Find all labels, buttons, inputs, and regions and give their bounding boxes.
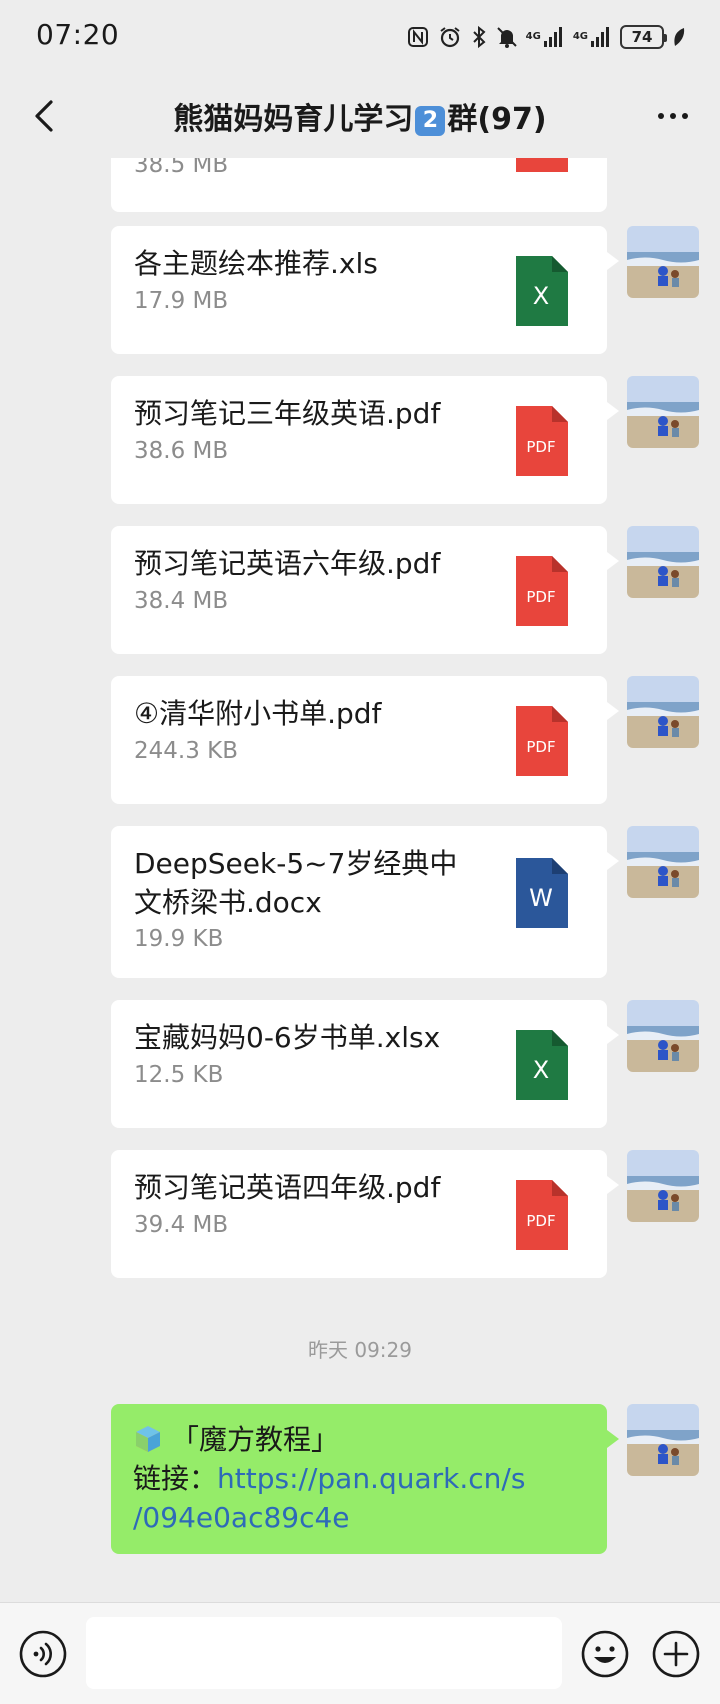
message-list[interactable]: 38.5 MB 各主题绘本推荐.xls 17.9 MB X 预习笔记三年级英语.… (0, 158, 720, 1602)
status-bar: 07:20 4G 4G 74 (0, 0, 720, 74)
signal-icon-1: 4G (526, 26, 565, 48)
file-size: 38.6 MB (134, 438, 229, 464)
voice-button[interactable] (18, 1629, 68, 1679)
file-icon-label: W (529, 884, 553, 912)
pdf-file-icon: PDF (516, 556, 568, 626)
avatar[interactable] (627, 526, 699, 598)
link-part-2[interactable]: /094e0ac89c4e (133, 1501, 350, 1534)
file-icon-label: PDF (526, 738, 555, 756)
file-message[interactable]: ④清华附小书单.pdf 244.3 KB PDF (111, 676, 619, 804)
more-dot (682, 113, 688, 119)
avatar[interactable] (627, 1150, 699, 1222)
file-message[interactable]: 预习笔记三年级英语.pdf 38.6 MB PDF (111, 376, 619, 504)
chat-header: 熊猫妈妈育儿学习 2 群(97) (0, 74, 720, 158)
file-size: 38.5 MB (134, 158, 229, 178)
word-file-icon: W (516, 858, 568, 928)
leaf-icon (672, 26, 686, 48)
more-dots-icon (658, 113, 664, 119)
excel-file-icon: X (516, 1030, 568, 1100)
file-message[interactable]: 各主题绘本推荐.xls 17.9 MB X (111, 226, 619, 354)
plus-icon (652, 1630, 700, 1678)
avatar[interactable] (627, 676, 699, 748)
file-size: 17.9 MB (134, 288, 229, 314)
avatar[interactable] (627, 1000, 699, 1072)
chat-title: 熊猫妈妈育儿学习 2 群(97) (110, 94, 610, 138)
text-message[interactable]: 「魔方教程」 链接：https://pan.quark.cn/s /094e0a… (111, 1404, 619, 1554)
pdf-file-icon (516, 158, 568, 172)
alarm-icon (438, 25, 462, 49)
chevron-left-icon (35, 100, 53, 132)
battery-indicator: 74 (620, 25, 667, 49)
more-button[interactable] (648, 94, 698, 138)
file-name: 预习笔记英语四年级.pdf (134, 1171, 441, 1204)
file-message[interactable]: 预习笔记英语四年级.pdf 39.4 MB PDF (111, 1150, 619, 1278)
file-name: 各主题绘本推荐.xls (134, 247, 378, 280)
file-size: 244.3 KB (134, 738, 239, 764)
file-icon-label: PDF (526, 588, 555, 606)
file-size: 19.9 KB (134, 926, 224, 952)
network-label-2: 4G (572, 31, 588, 42)
bubble-line-1: 「魔方教程」 (133, 1420, 339, 1459)
file-message[interactable]: 宝藏妈妈0-6岁书单.xlsx 12.5 KB X (111, 1000, 619, 1128)
chat-title-suffix: 群(97) (447, 102, 547, 137)
file-size: 39.4 MB (134, 1212, 229, 1238)
message-input[interactable] (86, 1617, 562, 1689)
signal-icon-2: 4G (573, 26, 612, 48)
emoji-button[interactable] (580, 1629, 630, 1679)
pdf-file-icon: PDF (516, 706, 568, 776)
excel-file-icon: X (516, 256, 568, 326)
chat-title-prefix: 熊猫妈妈育儿学习 (173, 102, 414, 137)
file-name: 预习笔记三年级英语.pdf (134, 397, 441, 430)
file-name: 预习笔记英语六年级.pdf (134, 547, 441, 580)
keycap-badge: 2 (415, 106, 446, 136)
cube-icon (136, 1426, 160, 1452)
file-message[interactable]: 预习笔记英语六年级.pdf 38.4 MB PDF (111, 526, 619, 654)
file-icon-label: PDF (526, 1212, 555, 1230)
more-dot (670, 113, 676, 119)
bluetooth-icon (470, 25, 488, 49)
link-part-1[interactable]: https://pan.quark.cn/s (217, 1462, 525, 1495)
voice-icon (19, 1630, 67, 1678)
emoji-icon (581, 1630, 629, 1678)
avatar[interactable] (627, 826, 699, 898)
bubble-title: 「魔方教程」 (171, 1423, 340, 1456)
link-label: 链接： (133, 1462, 218, 1495)
avatar[interactable] (627, 376, 699, 448)
file-icon-label: PDF (526, 438, 555, 456)
plus-button[interactable] (651, 1629, 701, 1679)
file-size: 12.5 KB (134, 1062, 224, 1088)
file-message-partial[interactable]: 38.5 MB (111, 158, 607, 212)
bubble-line-3: /094e0ac89c4e (133, 1498, 350, 1537)
status-time: 07:20 (36, 18, 120, 51)
mute-icon (496, 25, 518, 49)
message-timestamp: 昨天 09:29 (308, 1338, 412, 1362)
avatar[interactable] (627, 1404, 699, 1476)
pdf-file-icon: PDF (516, 1180, 568, 1250)
file-name: 宝藏妈妈0-6岁书单.xlsx (134, 1021, 441, 1054)
bubble-line-2: 链接：https://pan.quark.cn/s (133, 1459, 525, 1498)
file-size: 38.4 MB (134, 588, 229, 614)
avatar[interactable] (627, 226, 699, 298)
back-button[interactable] (22, 94, 66, 138)
file-message[interactable]: DeepSeek-5~7岁经典中文桥梁书.docx 19.9 KB W (111, 826, 619, 978)
input-bar (0, 1602, 720, 1704)
nfc-icon (406, 25, 430, 49)
status-icons: 4G 4G 74 (406, 22, 686, 52)
file-name: DeepSeek-5~7岁经典中文桥梁书.docx (134, 847, 458, 919)
network-label-1: 4G (525, 31, 541, 42)
file-icon-label: X (533, 282, 549, 310)
file-name: ④清华附小书单.pdf (134, 697, 382, 730)
file-icon-label: X (533, 1056, 549, 1084)
pdf-file-icon: PDF (516, 406, 568, 476)
